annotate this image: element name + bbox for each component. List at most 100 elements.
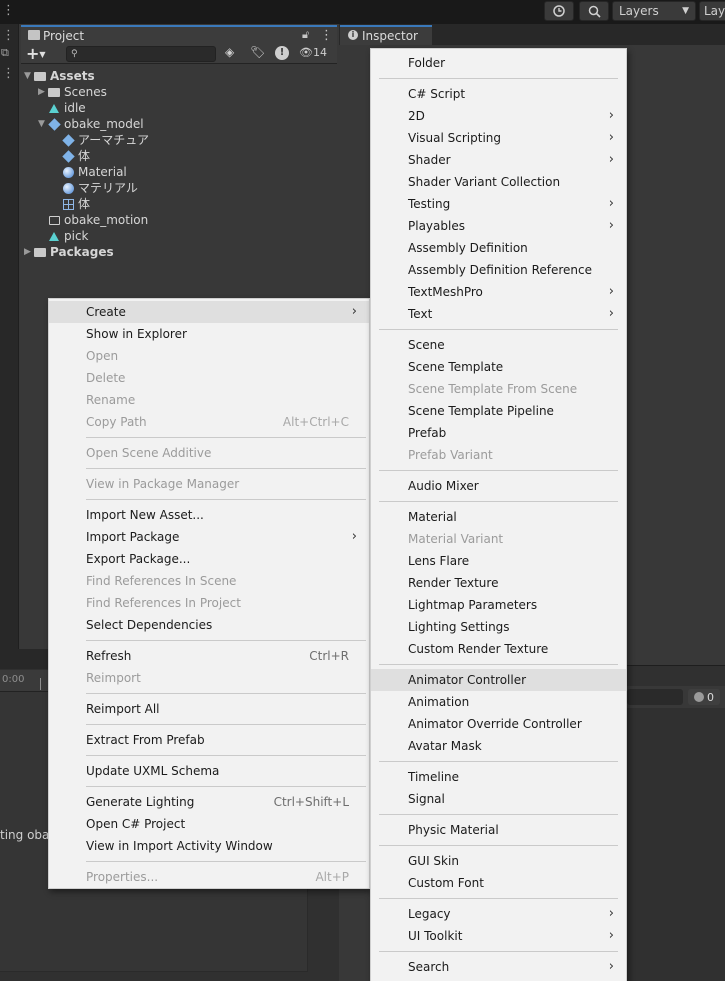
folder-icon [34,246,46,258]
create-item-text[interactable]: Text › [371,303,626,325]
menu-item-open-c-project[interactable]: Open C# Project [49,813,369,835]
create-item-animation[interactable]: Animation [371,691,626,713]
folder-icon-shape [34,247,46,257]
create-item-scene-template[interactable]: Scene Template [371,356,626,378]
console-info-count-button[interactable]: 0 [688,689,720,705]
menu-item-refresh[interactable]: Refresh Ctrl+R [49,645,369,667]
create-item-animator-override-controller[interactable]: Animator Override Controller [371,713,626,735]
tree-item[interactable]: ▼ obake_model [38,116,144,132]
create-item-testing[interactable]: Testing › [371,193,626,215]
menu-item-create[interactable]: Create › [49,301,369,323]
expand-triangle-icon[interactable]: ▼ [38,116,48,132]
create-item-playables[interactable]: Playables › [371,215,626,237]
menu-item-label: Assembly Definition Reference [408,263,593,277]
create-item-shader-variant-collection[interactable]: Shader Variant Collection [371,171,626,193]
create-item-c-script[interactable]: C# Script [371,83,626,105]
tab-project[interactable]: Project 🔓︎ ⋮ [21,25,337,45]
create-item-timeline[interactable]: Timeline [371,766,626,788]
menu-item-label: Scene Template From Scene [408,382,578,396]
menu-item-import-package[interactable]: Import Package › [49,526,369,548]
tab-inspector[interactable]: i Inspector [340,25,432,45]
collapse-triangle-icon[interactable]: ▶ [24,244,34,260]
info-count: 0 [707,690,714,704]
create-item-ui-toolkit[interactable]: UI Toolkit › [371,925,626,947]
create-item-lens-flare[interactable]: Lens Flare [371,550,626,572]
create-item-signal[interactable]: Signal [371,788,626,810]
tree-item[interactable]: ▼ Assets [24,68,95,84]
menu-item-update-uxml-schema[interactable]: Update UXML Schema [49,760,369,782]
tree-item-label: 体 [78,149,91,163]
menu-item-import-new-asset[interactable]: Import New Asset... [49,504,369,526]
search-button[interactable] [579,1,609,21]
history-button[interactable] [544,1,574,21]
create-item-scene[interactable]: Scene [371,334,626,356]
create-item-2d[interactable]: 2D › [371,105,626,127]
tree-item[interactable]: obake_motion [38,212,148,228]
create-item-shader[interactable]: Shader › [371,149,626,171]
tree-item[interactable]: idle [38,100,86,116]
menu-item-select-dependencies[interactable]: Select Dependencies [49,614,369,636]
console-search-input[interactable] [627,689,683,705]
tree-item[interactable]: ▶ Packages [24,244,114,260]
create-item-legacy[interactable]: Legacy › [371,903,626,925]
create-item-material[interactable]: Material [371,506,626,528]
toolbar-menu-dots-icon[interactable]: ⋮ [2,3,15,18]
create-item-animator-controller[interactable]: Animator Controller [371,669,626,691]
menu-item-view-in-import-activity-window[interactable]: View in Import Activity Window [49,835,369,857]
scene-link-icon[interactable]: ⧉ [1,46,9,60]
tree-item[interactable]: ▶ Scenes [38,84,107,100]
create-item-avatar-mask[interactable]: Avatar Mask [371,735,626,757]
menu-item-label: Scene Template [408,360,504,374]
create-item-gui-skin[interactable]: GUI Skin [371,850,626,872]
panel-menu-dots-icon[interactable]: ⋮ [2,66,15,81]
create-item-scene-template-pipeline[interactable]: Scene Template Pipeline [371,400,626,422]
tree-item[interactable]: 体 [52,148,90,164]
layout-dropdown[interactable]: Lay [699,1,725,21]
tree-item-label: obake_model [64,117,144,131]
create-item-audio-mixer[interactable]: Audio Mixer [371,475,626,497]
add-asset-button[interactable]: +▼ [26,44,46,63]
menu-item-view-in-package-manager: View in Package Manager [49,473,369,495]
create-item-assembly-definition[interactable]: Assembly Definition [371,237,626,259]
create-item-prefab[interactable]: Prefab [371,422,626,444]
warning-filter-icon[interactable]: ! [275,46,289,60]
menu-item-label: Extract From Prefab [86,733,205,747]
menu-item-reimport-all[interactable]: Reimport All [49,698,369,720]
create-item-custom-font[interactable]: Custom Font [371,872,626,894]
menu-item-show-in-explorer[interactable]: Show in Explorer [49,323,369,345]
layers-dropdown[interactable]: Layers ▼ [612,1,696,21]
create-item-physic-material[interactable]: Physic Material [371,819,626,841]
create-item-assembly-definition-reference[interactable]: Assembly Definition Reference [371,259,626,281]
create-item-textmeshpro[interactable]: TextMeshPro › [371,281,626,303]
tree-item[interactable]: pick [38,228,89,244]
create-submenu: Folder C# Script 2D › Visual Scripting › Shade… [370,48,627,981]
tree-item[interactable]: Material [52,164,127,180]
create-item-lightmap-parameters[interactable]: Lightmap Parameters [371,594,626,616]
filter-by-type-icon[interactable]: ◈ [225,45,234,59]
menu-item-label: View in Import Activity Window [86,839,273,853]
create-item-render-texture[interactable]: Render Texture [371,572,626,594]
menu-item-extract-from-prefab[interactable]: Extract From Prefab [49,729,369,751]
create-item-folder[interactable]: Folder [371,52,626,74]
create-item-custom-render-texture[interactable]: Custom Render Texture [371,638,626,660]
collapse-triangle-icon[interactable]: ▶ [38,84,48,100]
create-item-search[interactable]: Search › [371,956,626,978]
filter-by-label-icon[interactable]: 🏷︎ [250,45,265,59]
tree-item[interactable]: 体 [52,196,90,212]
expand-triangle-icon[interactable]: ▼ [24,68,34,84]
panel-menu-dots-icon[interactable]: ⋮ [2,28,15,43]
tree-item[interactable]: マテリアル [52,180,138,196]
menu-separator [86,786,366,787]
menu-separator [379,951,618,952]
create-item-lighting-settings[interactable]: Lighting Settings [371,616,626,638]
material-icon [62,182,74,194]
menu-item-export-package[interactable]: Export Package... [49,548,369,570]
project-search-input[interactable]: ⚲ [66,46,216,62]
lock-icon[interactable]: 🔓︎ [302,28,309,42]
hidden-packages-button[interactable]: 👁︎14 [299,46,327,59]
tab-menu-dots-icon[interactable]: ⋮ [320,28,333,43]
tree-item[interactable]: アーマチュア [52,132,149,148]
menu-item-label: Physic Material [408,823,499,837]
create-item-visual-scripting[interactable]: Visual Scripting › [371,127,626,149]
menu-item-generate-lighting[interactable]: Generate Lighting Ctrl+Shift+L [49,791,369,813]
